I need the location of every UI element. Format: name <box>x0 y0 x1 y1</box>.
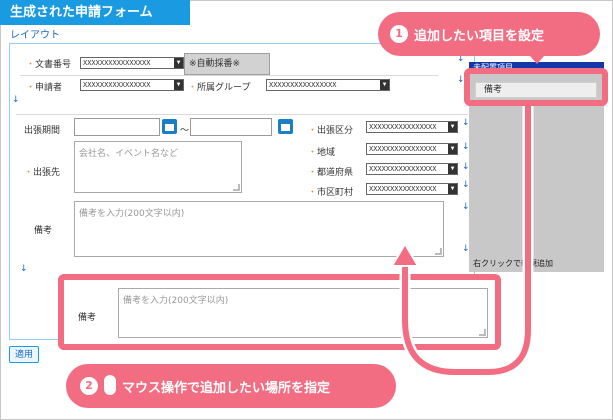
mouse-icon <box>104 375 116 395</box>
connector-line <box>402 106 531 375</box>
callout-step-1: 1 追加したい項目を設定 <box>378 12 600 56</box>
arrow-up-icon <box>390 242 420 267</box>
step-text: 追加したい項目を設定 <box>414 29 545 44</box>
step-number: 2 <box>80 377 98 395</box>
callout-pointer-icon <box>530 56 544 64</box>
step-number: 1 <box>390 25 408 43</box>
step-text: マウス操作で追加したい場所を指定 <box>122 381 331 396</box>
connector-arrows <box>390 56 544 378</box>
connector-outline <box>399 106 534 378</box>
callout-step-2: 2 マウス操作で追加したい場所を指定 <box>66 364 396 408</box>
apply-button[interactable]: 適用 <box>9 346 39 363</box>
